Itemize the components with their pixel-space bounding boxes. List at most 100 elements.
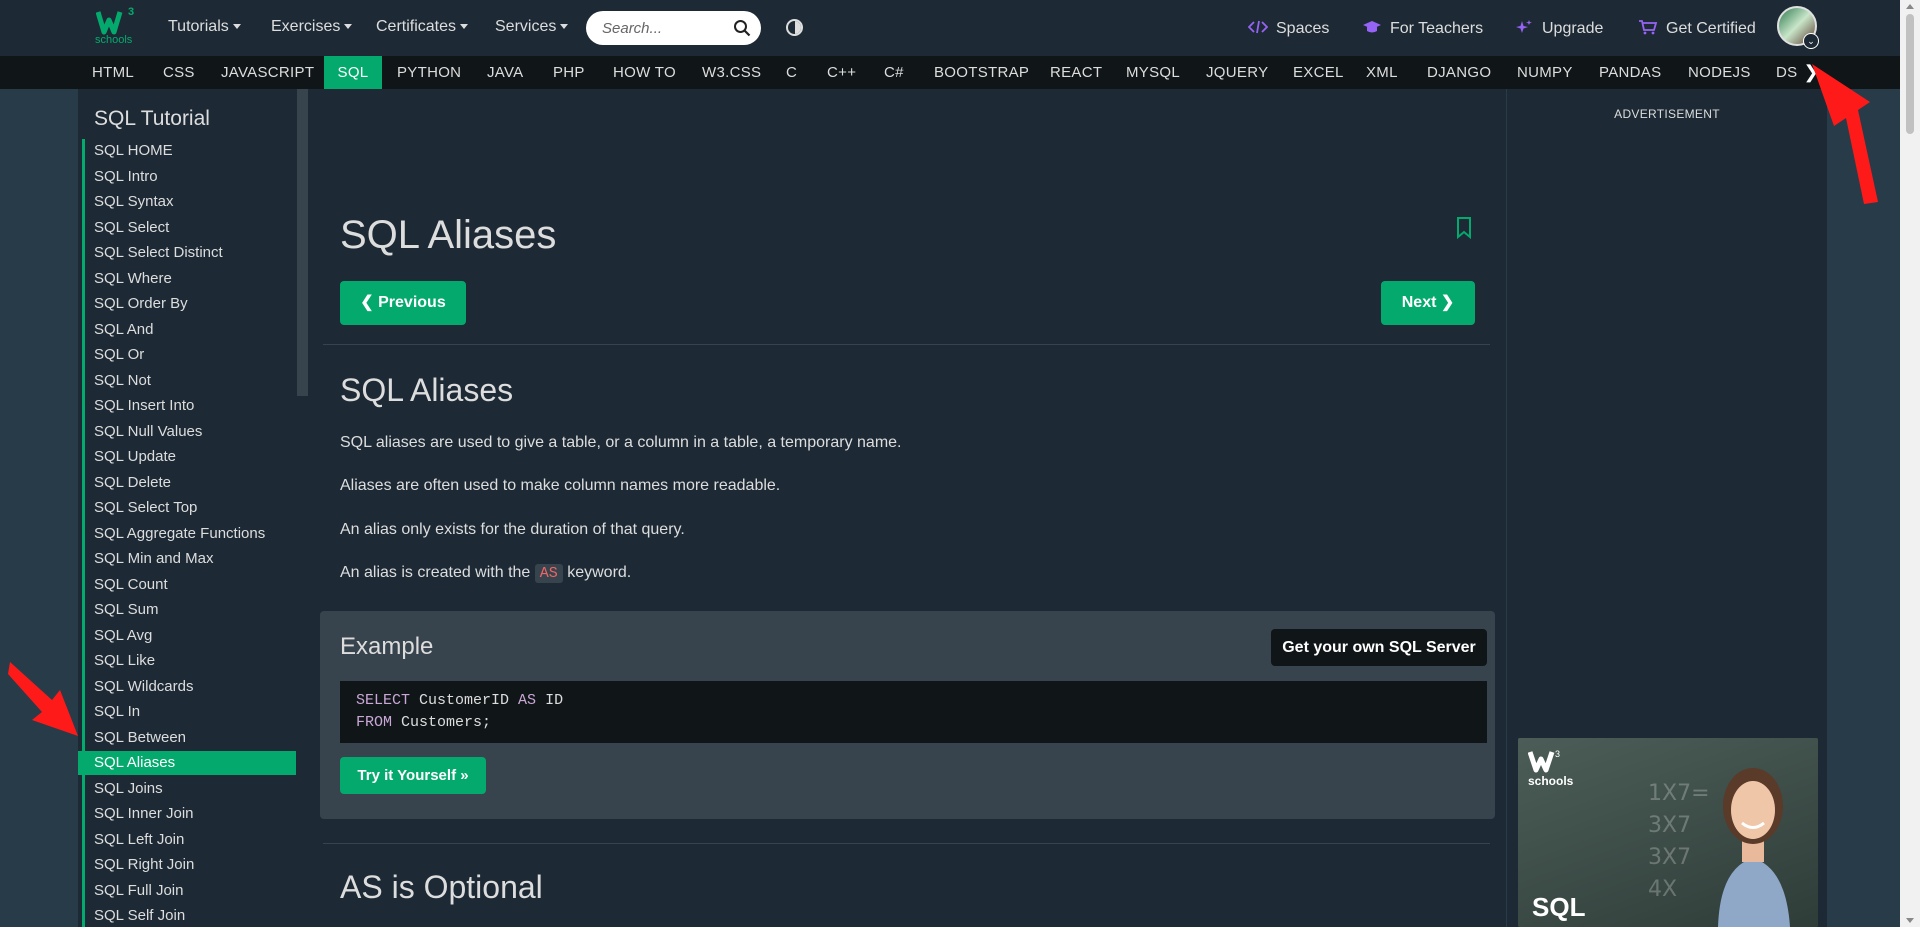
sidebar-item-sql-between[interactable]: SQL Between [94,726,186,750]
sidebar-item-sql-aliases[interactable]: SQL Aliases [78,751,296,775]
sidebar-item-sql-where[interactable]: SQL Where [94,267,172,291]
code-text: CustomerID [410,692,519,709]
sidebar-item-sql-left-join[interactable]: SQL Left Join [94,828,184,852]
get-certified-link[interactable]: Get Certified [1638,19,1756,38]
chevron-down-icon[interactable]: ⌄ [1803,33,1819,49]
sidebar-accent-line [82,139,85,927]
certificates-menu[interactable]: Certificates [376,18,469,36]
sidebar-item-sql-in[interactable]: SQL In [94,700,140,724]
lang-tab-django[interactable]: DJANGO [1427,56,1491,89]
lang-tab-python[interactable]: PYTHON [397,56,461,89]
exercises-menu[interactable]: Exercises [271,18,353,36]
lang-tab-numpy[interactable]: NUMPY [1517,56,1573,89]
sidebar-item-sql-full-join[interactable]: SQL Full Join [94,879,183,903]
paragraph: Aliases are often used to make column na… [340,477,781,494]
lang-tab-sql[interactable]: SQL [324,56,382,89]
page-scrollbar[interactable] [1900,0,1920,927]
sidebar-item-sql-update[interactable]: SQL Update [94,445,176,469]
sidebar-item-sql-self-join[interactable]: SQL Self Join [94,904,185,927]
sidebar-item-sql-avg[interactable]: SQL Avg [94,624,152,648]
sidebar-item-sql-min-and-max[interactable]: SQL Min and Max [94,547,214,571]
services-menu[interactable]: Services [495,18,569,36]
lang-tab-javascript[interactable]: JAVASCRIPT [221,56,314,89]
theme-toggle-icon[interactable] [786,19,803,36]
lang-tab-c[interactable]: C# [884,56,904,89]
sidebar-item-sql-like[interactable]: SQL Like [94,649,155,673]
upgrade-label: Upgrade [1542,20,1604,37]
sidebar-item-sql-insert-into[interactable]: SQL Insert Into [94,394,194,418]
next-button[interactable]: Next ❯ [1381,281,1475,325]
lang-tab-excel[interactable]: EXCEL [1293,56,1344,89]
graduation-cap-icon [1363,21,1381,33]
lang-tab-java[interactable]: JAVA [487,56,524,89]
lang-tab-mysql[interactable]: MYSQL [1126,56,1180,89]
lang-tab-c[interactable]: C++ [827,56,856,89]
sidebar-item-sql-inner-join[interactable]: SQL Inner Join [94,802,194,826]
sidebar-item-sql-home[interactable]: SQL HOME [94,139,173,163]
sidebar-scrollbar[interactable] [297,89,308,396]
paragraph: An alias only exists for the duration of… [340,521,685,538]
tutorials-menu[interactable]: Tutorials [168,18,241,36]
lang-tab-ds[interactable]: DS [1776,56,1797,89]
divider [323,843,1490,844]
sidebar-item-sql-intro[interactable]: SQL Intro [94,165,158,189]
lang-tab-w3-css[interactable]: W3.CSS [702,56,761,89]
try-it-yourself-button[interactable]: Try it Yourself » [340,757,486,794]
w3-logo-icon: 3 [1527,749,1560,773]
spaces-link[interactable]: Spaces [1248,19,1329,38]
logo-superscript: 3 [128,6,135,18]
w3schools-logo[interactable]: 3 schools [94,6,138,48]
sql-keyword: FROM [356,714,393,731]
lang-tab-bootstrap[interactable]: BOOTSTRAP [934,56,1029,89]
lang-tab-react[interactable]: REACT [1050,56,1102,89]
sidebar-item-sql-aggregate-functions[interactable]: SQL Aggregate Functions [94,522,265,546]
tutorials-label: Tutorials [168,18,229,35]
sidebar-item-sql-select-distinct[interactable]: SQL Select Distinct [94,241,223,265]
scroll-up-icon[interactable] [1906,4,1914,9]
lang-tab-c[interactable]: C [786,56,797,89]
section-title: AS is Optional [340,869,543,905]
lang-tab-php[interactable]: PHP [553,56,585,89]
bookmark-icon[interactable] [1456,217,1472,239]
for-teachers-link[interactable]: For Teachers [1362,19,1483,38]
sidebar-item-sql-not[interactable]: SQL Not [94,369,151,393]
lang-tab-xml[interactable]: XML [1366,56,1398,89]
upgrade-link[interactable]: Upgrade [1514,19,1603,38]
sidebar-item-sql-select-top[interactable]: SQL Select Top [94,496,197,520]
for-teachers-label: For Teachers [1390,20,1484,37]
sparkle-icon [1516,20,1532,33]
scroll-down-icon[interactable] [1906,918,1914,923]
sidebar-item-sql-wildcards[interactable]: SQL Wildcards [94,675,193,699]
previous-button[interactable]: ❮ Previous [340,281,466,325]
lang-tab-css[interactable]: CSS [163,56,195,89]
scrollbar-thumb[interactable] [1906,14,1914,134]
sidebar-item-sql-sum[interactable]: SQL Sum [94,598,158,622]
sidebar-item-sql-and[interactable]: SQL And [94,318,154,342]
sidebar-item-sql-select[interactable]: SQL Select [94,216,169,240]
lang-tab-jquery[interactable]: JQUERY [1206,56,1268,89]
sidebar-item-sql-joins[interactable]: SQL Joins [94,777,163,801]
sidebar-item-sql-right-join[interactable]: SQL Right Join [94,853,194,877]
lang-tab-pandas[interactable]: PANDAS [1599,56,1661,89]
get-sql-server-button[interactable]: Get your own SQL Server [1271,629,1487,666]
lang-tab-html[interactable]: HTML [92,56,134,89]
paragraph: An alias is created with the AS keyword. [340,564,631,583]
sidebar-item-sql-order-by[interactable]: SQL Order By [94,292,188,316]
sidebar-item-sql-syntax[interactable]: SQL Syntax [94,190,173,214]
sidebar-item-sql-delete[interactable]: SQL Delete [94,471,171,495]
sidebar-item-sql-null-values[interactable]: SQL Null Values [94,420,202,444]
caret-down-icon [560,24,569,30]
lang-tab-how-to[interactable]: HOW TO [613,56,676,89]
sidebar-title: SQL Tutorial [94,107,210,130]
promo-banner[interactable]: 1X7= 3X7 3X7 4X 3 schools SQL [1518,738,1818,927]
lang-tab-nodejs[interactable]: NODEJS [1688,56,1751,89]
sidebar-item-sql-or[interactable]: SQL Or [94,343,144,367]
sidebar-item-sql-count[interactable]: SQL Count [94,573,168,597]
language-nav-bar: HTML CSS JAVASCRIPT SQL PYTHON JAVA PHP HOW TO W… [0,56,1900,89]
promo-title: SQL [1532,892,1586,922]
search-icon[interactable] [733,19,751,37]
code-text: ID [536,692,564,709]
code-block[interactable]: SELECT CustomerID AS ID FROM Customers; [340,681,1487,743]
caret-down-icon [460,24,469,30]
search-input[interactable] [602,18,722,38]
